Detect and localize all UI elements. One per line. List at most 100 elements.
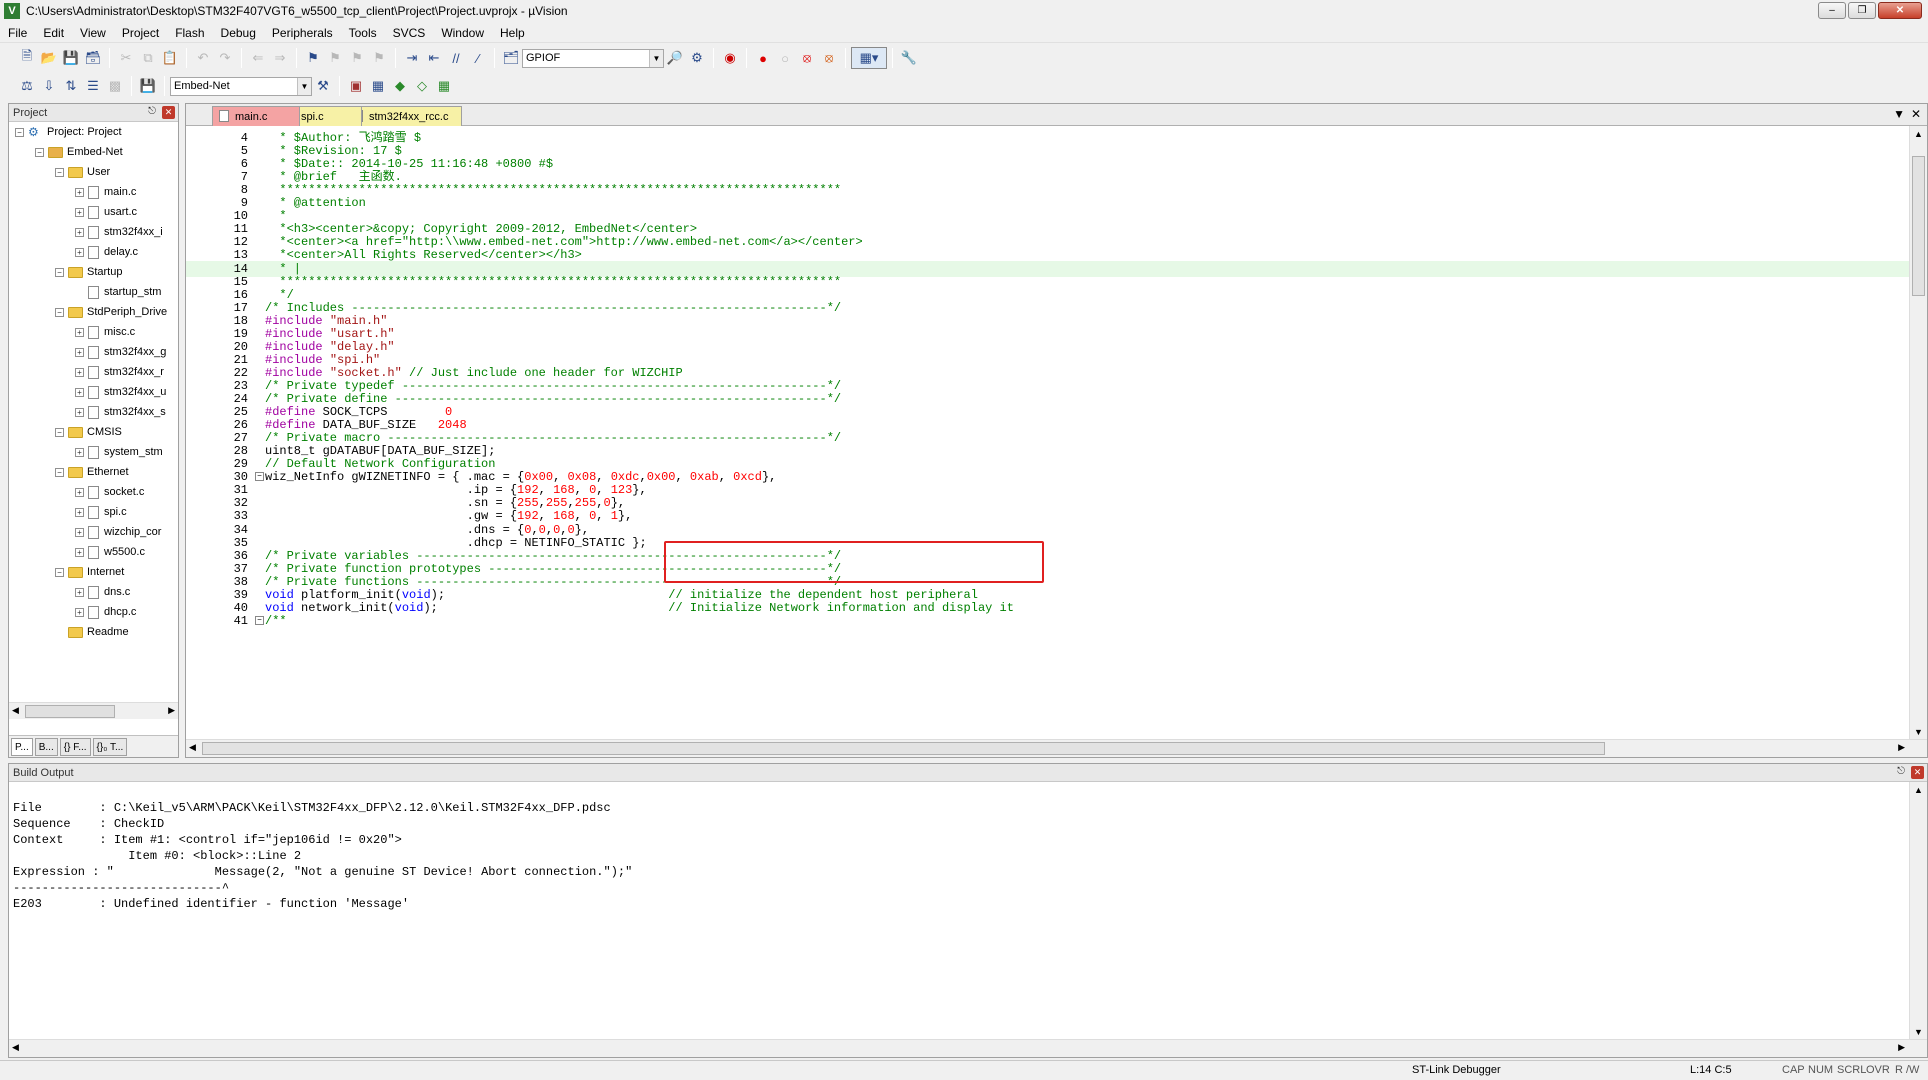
comment-icon[interactable]: // [445,47,467,69]
tree-item[interactable]: − Startup [9,262,178,282]
manage-components-icon[interactable]: ▣ [345,75,367,97]
select-software-packs-icon[interactable]: ◆ [389,75,411,97]
find-icon[interactable]: 🔎 [664,47,686,69]
menu-tools[interactable]: Tools [341,23,385,43]
menu-flash[interactable]: Flash [167,23,212,43]
find-in-files-icon[interactable]: 🗂 [500,47,522,69]
save-all-icon[interactable]: 🗃 [82,47,104,69]
target-combo[interactable]: Embed-Net ▼ [170,76,312,96]
translate-icon[interactable]: ⚖ [16,75,38,97]
incremental-find-icon[interactable]: ⚙ [686,47,708,69]
cut-icon[interactable]: ✂ [115,47,137,69]
expand-icon[interactable]: + [75,587,84,597]
undo-icon[interactable]: ↶ [192,47,214,69]
kill-breakpoints-icon[interactable]: ⦻ [796,47,818,69]
tree-item[interactable]: + stm32f4xx_i [9,222,178,242]
tree-item[interactable]: + dns.c [9,582,178,602]
expand-icon[interactable]: + [75,527,84,537]
collapse-icon[interactable]: − [55,467,64,477]
tree-item[interactable]: − StdPeriph_Drive [9,302,178,322]
redo-icon[interactable]: ↷ [214,47,236,69]
close-panel-icon[interactable]: ✕ [162,106,175,119]
expand-icon[interactable]: + [75,607,84,617]
code-editor[interactable]: 4 * $Author: 飞鸿踏雪 $5 * $Revision: 17 $6 … [186,126,1909,740]
close-tab-icon[interactable]: ✕ [1911,107,1921,121]
indent-icon[interactable]: ⇥ [401,47,423,69]
chevron-down-icon[interactable]: ▼ [649,49,663,67]
build-output-hscrollbar[interactable]: ◀ ▶ [9,1039,1927,1057]
tree-item[interactable]: − ⚙ Project: Project [9,122,178,142]
panel-tab[interactable]: {}₀ T... [92,738,128,756]
expand-icon[interactable]: + [75,387,84,397]
menu-view[interactable]: View [72,23,114,43]
close-button[interactable]: ✕ [1878,2,1922,19]
collapse-icon[interactable]: − [55,567,64,577]
fold-icon[interactable]: − [255,615,264,625]
collapse-icon[interactable]: − [55,167,64,177]
tab-stm32f4xx-rcc[interactable]: stm32f4xx_rcc.c [346,106,462,126]
tree-item[interactable]: + stm32f4xx_u [9,382,178,402]
stop-build-icon[interactable]: ▩ [104,75,126,97]
tree-item[interactable]: + stm32f4xx_s [9,402,178,422]
build-icon[interactable]: ⇩ [38,75,60,97]
tree-item[interactable]: − Ethernet [9,462,178,482]
build-output-vscrollbar[interactable]: ▲ ▼ [1909,782,1927,1040]
panel-tab[interactable]: B... [34,738,58,756]
tree-item[interactable]: + stm32f4xx_g [9,342,178,362]
editor-vscrollbar[interactable]: ▲ ▼ [1909,126,1927,740]
expand-icon[interactable]: + [75,227,84,237]
nav-forward-icon[interactable]: ⇒ [269,47,291,69]
uncomment-icon[interactable]: ∕ [467,47,489,69]
breakpoint-icon[interactable]: ● [752,47,774,69]
collapse-icon[interactable]: − [55,307,64,317]
menu-file[interactable]: File [0,23,35,43]
tree-item[interactable]: + delay.c [9,242,178,262]
tree-item[interactable]: − User [9,162,178,182]
find-combo[interactable]: GPIOF ▼ [522,48,664,68]
prev-bookmark-icon[interactable]: ⚑ [324,47,346,69]
tree-item[interactable]: − CMSIS [9,422,178,442]
close-panel-icon[interactable]: ✕ [1911,766,1924,779]
pin-icon[interactable]: ⎋ [1897,766,1905,777]
pin-icon[interactable]: ⎋ [148,106,156,117]
panel-tab[interactable]: P... [11,738,33,756]
rebuild-icon[interactable]: ⇅ [60,75,82,97]
tree-item[interactable]: − Internet [9,562,178,582]
nav-back-icon[interactable]: ⇐ [247,47,269,69]
tree-item[interactable]: + stm32f4xx_r [9,362,178,382]
download-icon[interactable]: 💾 [137,75,159,97]
expand-icon[interactable]: + [75,407,84,417]
menu-help[interactable]: Help [492,23,533,43]
menu-window[interactable]: Window [433,23,492,43]
menu-svcs[interactable]: SVCS [385,23,434,43]
run-time-environment-icon[interactable]: ▦ [433,75,455,97]
editor-hscrollbar[interactable]: ◀ ▶ [186,739,1927,757]
tree-item[interactable]: + spi.c [9,502,178,522]
debug-session-icon[interactable]: ◉ [719,47,741,69]
panel-tab[interactable]: {} F... [59,738,91,756]
unindent-icon[interactable]: ⇤ [423,47,445,69]
tree-item[interactable]: startup_stm [9,282,178,302]
expand-icon[interactable]: + [75,187,84,197]
menu-edit[interactable]: Edit [35,23,72,43]
fold-icon[interactable]: − [255,472,264,482]
menu-project[interactable]: Project [114,23,167,43]
collapse-icon[interactable]: − [15,127,24,137]
save-icon[interactable]: 💾 [60,47,82,69]
tab-main[interactable]: main.c [212,106,300,126]
expand-icon[interactable]: + [75,547,84,557]
menu-peripherals[interactable]: Peripherals [264,23,341,43]
paste-icon[interactable]: 📋 [159,47,181,69]
clear-bookmarks-icon[interactable]: ⚑ [368,47,390,69]
expand-icon[interactable]: + [75,367,84,377]
tree-item[interactable]: + socket.c [9,482,178,502]
tree-item[interactable]: Readme [9,622,178,642]
expand-icon[interactable]: + [75,207,84,217]
expand-icon[interactable]: + [75,507,84,517]
tree-item[interactable]: + wizchip_cor [9,522,178,542]
tree-item[interactable]: + usart.c [9,202,178,222]
expand-icon[interactable]: + [75,447,84,457]
disable-all-breakpoints-icon[interactable]: ⦻ [818,47,840,69]
configure-icon[interactable]: 🔧 [898,47,920,69]
expand-icon[interactable]: + [75,487,84,497]
